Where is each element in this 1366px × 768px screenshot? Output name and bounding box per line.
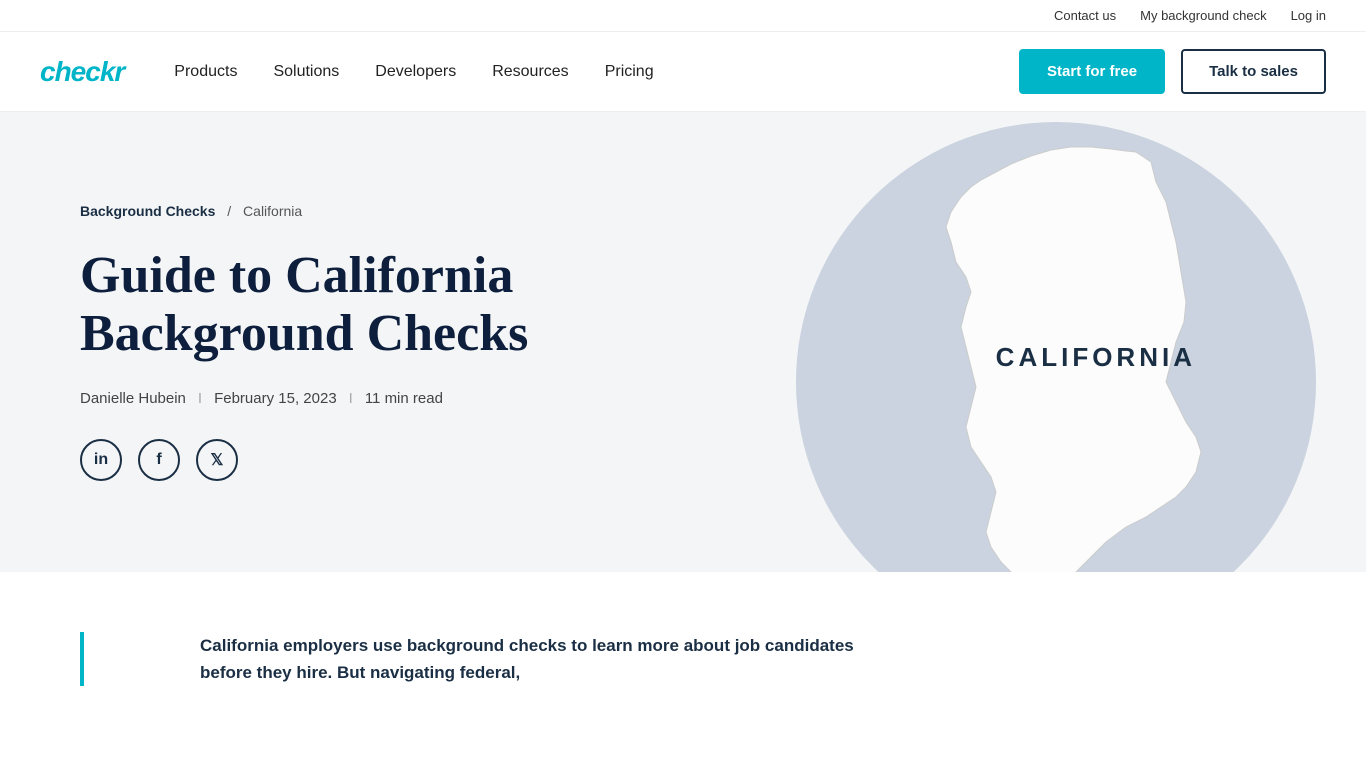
read-time: 11 min read xyxy=(365,390,443,407)
logo[interactable]: checkr xyxy=(40,56,124,88)
start-free-button[interactable]: Start for free xyxy=(1019,49,1165,94)
hero-section: CALIFORNIA Background Checks / Californi… xyxy=(0,112,1366,572)
nav-resources[interactable]: Resources xyxy=(492,63,568,81)
california-label: CALIFORNIA xyxy=(996,342,1196,373)
twitter-share-button[interactable]: 𝕏 xyxy=(196,439,238,481)
nav-products[interactable]: Products xyxy=(174,63,237,81)
article-intro: California employers use background chec… xyxy=(200,632,900,686)
article-content: California employers use background chec… xyxy=(0,572,1366,746)
publish-date: February 15, 2023 xyxy=(214,390,337,407)
facebook-share-button[interactable]: f xyxy=(138,439,180,481)
nav-developers[interactable]: Developers xyxy=(375,63,456,81)
contact-link[interactable]: Contact us xyxy=(1054,8,1116,23)
breadcrumb-separator: / xyxy=(227,203,231,219)
author-name: Danielle Hubein xyxy=(80,390,186,407)
linkedin-share-button[interactable]: in xyxy=(80,439,122,481)
top-bar: Contact us My background check Log in xyxy=(0,0,1366,32)
social-share-bar: in f 𝕏 xyxy=(80,439,1326,481)
page-title: Guide to California Background Checks xyxy=(80,247,640,361)
login-link[interactable]: Log in xyxy=(1291,8,1326,23)
nav-pricing[interactable]: Pricing xyxy=(605,63,654,81)
article-meta: Danielle Hubein I February 15, 2023 I 11… xyxy=(80,390,1326,407)
meta-sep-2: I xyxy=(349,390,353,407)
breadcrumb-current: California xyxy=(243,203,302,219)
talk-to-sales-button[interactable]: Talk to sales xyxy=(1181,49,1326,94)
breadcrumb: Background Checks / California xyxy=(80,203,1326,219)
meta-sep-1: I xyxy=(198,390,202,407)
content-sidebar-accent xyxy=(80,632,160,686)
bg-check-link[interactable]: My background check xyxy=(1140,8,1266,23)
nav-links: Products Solutions Developers Resources … xyxy=(174,63,1019,81)
nav-actions: Start for free Talk to sales xyxy=(1019,49,1326,94)
nav-solutions[interactable]: Solutions xyxy=(273,63,339,81)
navbar: checkr Products Solutions Developers Res… xyxy=(0,32,1366,112)
breadcrumb-parent[interactable]: Background Checks xyxy=(80,203,215,219)
article-body: California employers use background chec… xyxy=(200,632,900,686)
